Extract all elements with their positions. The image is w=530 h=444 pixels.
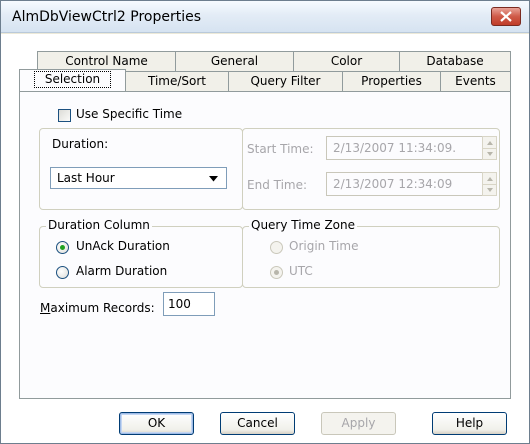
tab-label: Events	[455, 74, 496, 88]
tab-database[interactable]: Database	[399, 51, 511, 71]
tab-query-filter[interactable]: Query Filter	[228, 71, 343, 91]
spin-up-icon	[487, 177, 493, 181]
window-title: AlmDbViewCtrl2 Properties	[12, 9, 202, 25]
utc-radio[interactable]	[270, 266, 283, 279]
help-button[interactable]: Help	[432, 412, 507, 435]
duration-column-group	[39, 226, 243, 288]
spin-down-icon	[487, 188, 493, 192]
utc-label: UTC	[289, 264, 313, 278]
start-time-field[interactable]: 2/13/2007 11:34:09.	[326, 136, 483, 160]
max-records-label: Maximum Records:	[40, 301, 155, 315]
tab-label: General	[210, 54, 259, 68]
tab-selection[interactable]: Selection	[19, 69, 126, 91]
tab-label: Query Filter	[250, 74, 321, 88]
ok-button[interactable]: OK	[119, 412, 194, 435]
radio-selected-dot	[274, 270, 279, 275]
query-time-zone-group	[242, 226, 500, 288]
duration-column-legend: Duration Column	[46, 218, 152, 232]
tab-properties[interactable]: Properties	[342, 71, 441, 91]
tab-label: Properties	[361, 74, 422, 88]
tab-label: Database	[426, 54, 484, 68]
alarm-duration-label: Alarm Duration	[76, 264, 168, 278]
end-time-field[interactable]: 2/13/2007 12:34:09	[326, 172, 483, 196]
tab-label: Color	[330, 54, 363, 68]
use-specific-time-checkbox[interactable]	[58, 109, 71, 122]
alarm-duration-radio[interactable]	[56, 266, 69, 279]
tab-color[interactable]: Color	[293, 51, 400, 71]
spin-down-icon	[487, 152, 493, 156]
duration-label: Duration:	[52, 137, 109, 151]
tab-control-name[interactable]: Control Name	[37, 51, 176, 71]
close-button[interactable]	[491, 7, 521, 26]
max-records-mnemonic: M	[40, 301, 51, 315]
duration-value: Last Hour	[57, 171, 115, 185]
duration-dropdown[interactable]: Last Hour	[50, 167, 227, 189]
unack-duration-radio[interactable]	[56, 241, 69, 254]
use-specific-time-label: Use Specific Time	[76, 107, 183, 121]
start-time-label: Start Time:	[247, 142, 314, 156]
tab-time-sort[interactable]: Time/Sort	[125, 71, 229, 91]
selection-page: Use Specific Time Duration: Last Hour St…	[19, 91, 511, 399]
query-time-zone-legend: Query Time Zone	[249, 218, 358, 232]
properties-dialog: AlmDbViewCtrl2 Properties Control Name G…	[0, 0, 530, 444]
origin-time-label: Origin Time	[289, 239, 359, 253]
origin-time-radio[interactable]	[270, 241, 283, 254]
title-bar: AlmDbViewCtrl2 Properties	[1, 1, 529, 33]
tab-label: Time/Sort	[147, 74, 206, 88]
close-icon	[500, 11, 512, 22]
tab-general[interactable]: General	[175, 51, 294, 71]
apply-button[interactable]: Apply	[321, 412, 396, 435]
start-time-spinner[interactable]	[482, 136, 497, 160]
spin-up-icon	[487, 141, 493, 145]
unack-duration-label: UnAck Duration	[76, 239, 170, 253]
cancel-button[interactable]: Cancel	[220, 412, 295, 435]
tab-label: Selection	[33, 71, 112, 88]
chevron-down-icon	[209, 176, 218, 182]
max-records-input[interactable]: 100	[163, 292, 215, 316]
tab-events[interactable]: Events	[440, 71, 511, 91]
end-time-label: End Time:	[247, 178, 308, 192]
end-time-spinner[interactable]	[482, 172, 497, 196]
radio-selected-dot	[60, 245, 65, 250]
